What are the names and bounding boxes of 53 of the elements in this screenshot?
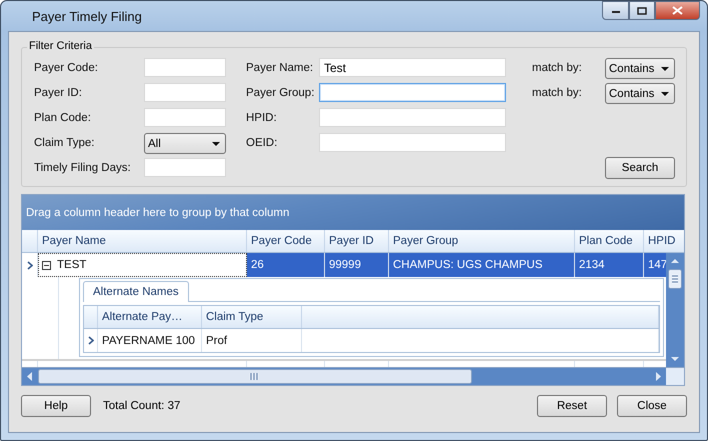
- field-label: Payer Group:: [246, 86, 316, 101]
- table-cell: 99999: [325, 253, 389, 277]
- help-button[interactable]: Help: [21, 395, 91, 417]
- field-label: match by:: [532, 61, 583, 76]
- minimize-button[interactable]: [602, 1, 629, 20]
- field-label: Plan Code:: [34, 111, 92, 126]
- field-label: Payer ID:: [34, 86, 83, 101]
- field-label: match by:: [532, 86, 583, 101]
- field-label: Payer Name:: [246, 61, 314, 76]
- field-label: OEID:: [246, 136, 278, 151]
- tab[interactable]: Alternate Names: [83, 281, 189, 302]
- column-header[interactable]: Alternate Pay…: [98, 306, 202, 328]
- maximize-icon: [637, 6, 647, 14]
- group-by-hint: Drag a column header here to group by that column: [26, 206, 290, 218]
- column-header[interactable]: Payer Code: [247, 230, 325, 252]
- field-label: HPID:: [246, 111, 278, 126]
- column-header[interactable]: Payer Name: [38, 230, 247, 252]
- dropdown[interactable]: All: [144, 133, 226, 154]
- field-label: Claim Type:: [34, 136, 96, 151]
- search-button[interactable]: Search: [605, 157, 675, 179]
- caret-icon: [212, 142, 220, 146]
- current-row-icon: [88, 336, 94, 345]
- close-icon: [672, 6, 683, 15]
- table-cell: 26: [247, 253, 325, 277]
- scrollbar-thumb: [668, 269, 682, 289]
- close-button[interactable]: [655, 1, 700, 20]
- total-count: Total Count: 37: [103, 400, 182, 412]
- field-label: Timely Filing Days:: [34, 161, 132, 176]
- current-row-icon: [26, 260, 32, 270]
- column-header[interactable]: Payer Group: [389, 230, 575, 252]
- table-cell: Prof: [202, 329, 302, 352]
- column-header[interactable]: HPID: [644, 230, 684, 252]
- maximize-button[interactable]: [629, 1, 655, 20]
- window-title: Payer Timely Filing: [31, 8, 142, 24]
- input-field[interactable]: [319, 83, 506, 102]
- caret-icon: [661, 66, 669, 70]
- scrollbar-corner: [666, 368, 684, 385]
- group-title: Filter Criteria: [27, 40, 94, 52]
- table-cell-text: TEST: [57, 258, 86, 273]
- table-cell: CHAMPUS: UGS CHAMPUS: [389, 253, 575, 277]
- dropdown[interactable]: Contains: [605, 83, 675, 104]
- column-header[interactable]: Claim Type: [202, 306, 302, 328]
- dropdown[interactable]: Contains: [605, 58, 675, 79]
- input-field[interactable]: Test: [319, 58, 506, 77]
- close-button[interactable]: Close: [617, 395, 687, 417]
- column-header[interactable]: Plan Code: [575, 230, 644, 252]
- table-cell: 2134: [575, 253, 644, 277]
- caret-icon: [661, 92, 669, 96]
- field-label: Payer Code:: [34, 61, 99, 76]
- column-header[interactable]: Payer ID: [325, 230, 389, 252]
- table-cell: PAYERNAME 100: [98, 329, 202, 352]
- reset-button[interactable]: Reset: [537, 395, 607, 417]
- collapse-icon[interactable]: [42, 260, 51, 270]
